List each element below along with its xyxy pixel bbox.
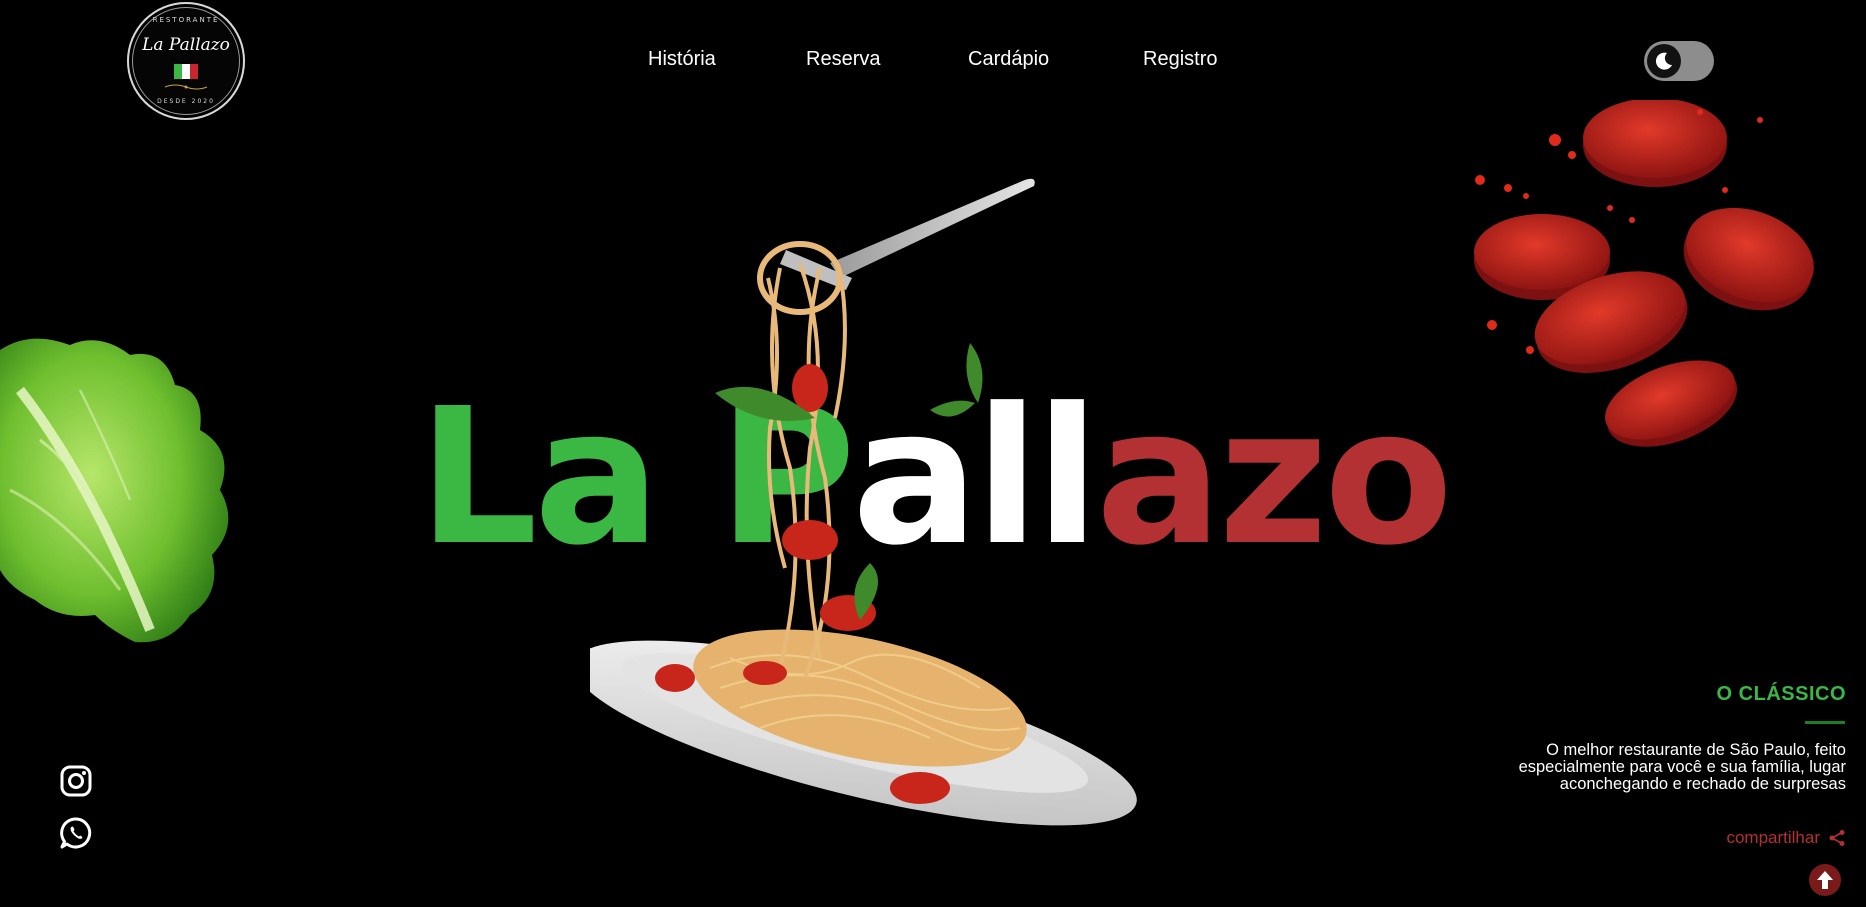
toggle-knob	[1647, 44, 1681, 78]
instagram-icon[interactable]	[59, 764, 93, 798]
scroll-top-button[interactable]	[1809, 864, 1841, 896]
nav-item-cardapio[interactable]: Cardápio	[968, 48, 1049, 71]
feature-title: O CLÁSSICO	[1716, 683, 1846, 705]
nav-item-historia[interactable]: História	[648, 48, 716, 71]
page: RESTORANTE La Pallazo DESDE 2020 Históri…	[0, 0, 1866, 907]
theme-toggle[interactable]	[1644, 41, 1714, 81]
spaghetti-plate-image	[590, 178, 1137, 826]
feature-description: O melhor restaurante de São Paulo, feito…	[1518, 741, 1846, 793]
lettuce-image	[0, 338, 229, 643]
arrow-up-icon	[1817, 871, 1833, 889]
moon-icon	[1655, 52, 1672, 70]
feature-divider	[1805, 721, 1845, 724]
share-icon	[1829, 830, 1845, 846]
logo-top-text: RESTORANTE	[152, 16, 220, 24]
logo-bottom-text: DESDE 2020	[157, 98, 215, 105]
nav-item-registro[interactable]: Registro	[1143, 48, 1217, 71]
nav-item-reserva[interactable]: Reserva	[806, 48, 880, 71]
share-button[interactable]: compartilhar	[1726, 828, 1846, 848]
whatsapp-icon[interactable]	[59, 816, 93, 850]
main-nav: História Reserva Cardápio Registro	[0, 48, 1866, 76]
salami-slices-image	[1474, 100, 1814, 447]
share-label: compartilhar	[1726, 828, 1820, 847]
ornament-icon	[164, 84, 208, 90]
